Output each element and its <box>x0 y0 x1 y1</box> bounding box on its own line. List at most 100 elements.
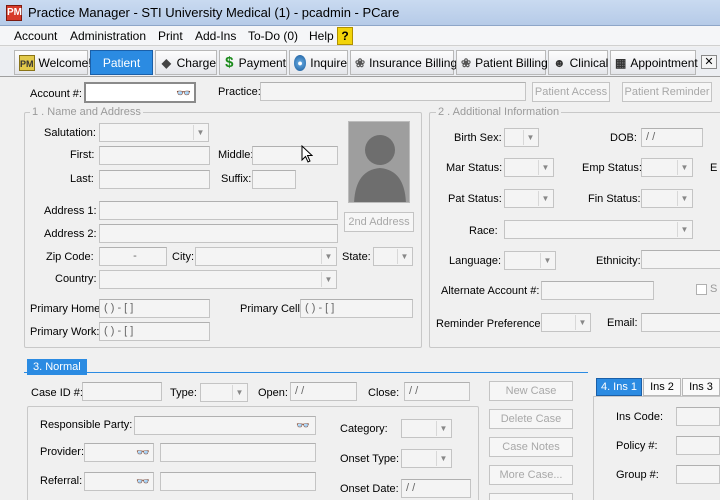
case-notes-button[interactable]: Case Notes <box>489 437 573 457</box>
binoculars-icon[interactable]: 👓 <box>136 446 150 459</box>
tab-patient[interactable]: Patient <box>90 50 153 75</box>
dob-label: DOB: <box>610 132 637 144</box>
zip-code-label: Zip Code: <box>46 251 94 263</box>
dob-input[interactable]: / / <box>641 128 703 147</box>
tab-patient-billing[interactable]: ❀ Patient Billing <box>456 50 548 75</box>
provider-label: Provider: <box>40 446 85 458</box>
binoculars-icon[interactable]: 👓 <box>296 419 310 432</box>
primary-work-phone-input[interactable]: ( ) - [ ] <box>99 322 210 341</box>
delete-case-button[interactable]: Delete Case <box>489 409 573 429</box>
state-label: State: <box>342 251 371 263</box>
language-label: Language: <box>449 255 501 267</box>
ins-code-input[interactable] <box>676 407 720 426</box>
chevron-down-icon: ▼ <box>397 249 411 264</box>
primary-home-phone-input[interactable]: ( ) - [ ] <box>99 299 210 318</box>
open-date-input[interactable]: / / <box>290 382 357 401</box>
reminder-preference-dropdown[interactable]: ▼ <box>541 313 591 332</box>
zip-code-input[interactable]: - <box>99 247 167 266</box>
last-name-label: Last: <box>70 173 94 185</box>
case-type-dropdown[interactable]: ▼ <box>200 383 248 402</box>
practice-label: Practice: <box>218 86 261 98</box>
marital-status-dropdown[interactable]: ▼ <box>504 158 554 177</box>
menu-account[interactable]: Account <box>14 29 57 43</box>
suffix-input[interactable] <box>252 170 296 189</box>
new-case-button[interactable]: New Case <box>489 381 573 401</box>
middle-name-label: Middle: <box>218 149 254 161</box>
menu-help[interactable]: Help <box>309 29 334 43</box>
tab-welcome[interactable]: PM Welcome! <box>14 50 92 75</box>
country-dropdown[interactable]: ▼ <box>99 270 337 289</box>
alternate-account-input[interactable] <box>541 281 654 300</box>
employment-status-dropdown[interactable]: ▼ <box>641 158 693 177</box>
close-icon[interactable]: ✕ <box>701 55 717 69</box>
ethnicity-label: Ethnicity: <box>596 255 641 267</box>
middle-name-input[interactable] <box>252 146 338 165</box>
money-icon: ❀ <box>355 55 366 70</box>
insurance-tab-divider <box>593 396 720 397</box>
practice-field[interactable] <box>260 82 526 101</box>
race-dropdown[interactable]: ▼ <box>504 220 693 239</box>
state-dropdown[interactable]: ▼ <box>373 247 413 266</box>
onset-date-input[interactable]: / / <box>401 479 471 498</box>
help-icon[interactable]: ? <box>337 27 353 45</box>
financial-status-label: Fin Status: <box>588 193 641 205</box>
close-date-input[interactable]: / / <box>404 382 470 401</box>
menu-to-do[interactable]: To-Do (0) <box>248 29 298 43</box>
address1-input[interactable] <box>99 201 338 220</box>
onset-date-label: Onset Date: <box>340 483 399 495</box>
tab-appointment[interactable]: ▦ Appointment <box>610 50 698 75</box>
group-input[interactable] <box>676 465 720 484</box>
city-dropdown[interactable]: ▼ <box>195 247 337 266</box>
binoculars-icon[interactable]: 👓 <box>136 475 150 488</box>
category-dropdown[interactable]: ▼ <box>401 419 452 438</box>
policy-input[interactable] <box>676 436 720 455</box>
tab-ins-3[interactable]: Ins 3 <box>682 378 720 396</box>
email-label: Email: <box>607 317 638 329</box>
patient-photo[interactable] <box>348 121 410 203</box>
primary-cell-phone-input[interactable]: ( ) - [ ] <box>300 299 413 318</box>
tab-clinical[interactable]: ☻ Clinical <box>548 50 608 75</box>
tab-payment[interactable]: $ Payment <box>219 50 287 75</box>
normal-section-label[interactable]: 3. Normal <box>27 359 87 375</box>
email-input[interactable] <box>641 313 720 332</box>
tab-charge[interactable]: ◆ Charge <box>155 50 217 75</box>
financial-status-dropdown[interactable]: ▼ <box>641 189 693 208</box>
menu-administration[interactable]: Administration <box>70 29 146 43</box>
category-label: Category: <box>340 423 388 435</box>
menu-add-ins[interactable]: Add-Ins <box>195 29 236 43</box>
menu-bar: Account Administration Print Add-Ins To-… <box>0 26 720 46</box>
s-checkbox[interactable] <box>696 284 707 295</box>
account-label: Account #: <box>30 88 82 100</box>
last-name-input[interactable] <box>99 170 210 189</box>
ethnicity-field[interactable] <box>641 250 720 269</box>
address2-label: Address 2: <box>44 228 97 240</box>
onset-type-dropdown[interactable]: ▼ <box>401 449 452 468</box>
tab-inquire[interactable]: ● Inquire <box>289 50 348 75</box>
second-address-button[interactable]: 2nd Address <box>344 212 414 232</box>
case-id-input[interactable] <box>82 382 162 401</box>
chevron-down-icon: ▼ <box>538 160 552 175</box>
doctor-icon: ☻ <box>553 55 566 70</box>
module-tab-strip: PM Welcome! Patient ◆ Charge $ Payment ● Inq… <box>0 47 720 77</box>
first-name-input[interactable] <box>99 146 210 165</box>
patient-access-button[interactable]: Patient Access <box>532 82 610 102</box>
salutation-dropdown[interactable]: ▼ <box>99 123 209 142</box>
provider-name-field <box>160 443 316 462</box>
chevron-down-icon: ▼ <box>436 451 450 466</box>
more-case-button[interactable]: More Case... <box>489 465 573 485</box>
tab-ins-2[interactable]: Ins 2 <box>643 378 681 396</box>
tab-insurance-billing[interactable]: ❀ Insurance Billing <box>350 50 457 75</box>
ins-code-label: Ins Code: <box>616 411 664 423</box>
patient-reminder-button[interactable]: Patient Reminder <box>622 82 712 102</box>
responsible-party-input[interactable] <box>134 416 316 435</box>
tab-ins-1[interactable]: 4. Ins 1 <box>596 378 642 396</box>
menu-print[interactable]: Print <box>158 29 183 43</box>
patient-status-dropdown[interactable]: ▼ <box>504 189 554 208</box>
binoculars-icon[interactable]: 👓 <box>176 86 191 100</box>
employment-status-label: Emp Status: <box>582 162 642 174</box>
language-dropdown[interactable]: ▼ <box>504 251 556 270</box>
chevron-down-icon: ▼ <box>436 421 450 436</box>
extra-case-button[interactable] <box>489 493 573 500</box>
birth-sex-dropdown[interactable]: ▼ <box>504 128 539 147</box>
address2-input[interactable] <box>99 224 338 243</box>
